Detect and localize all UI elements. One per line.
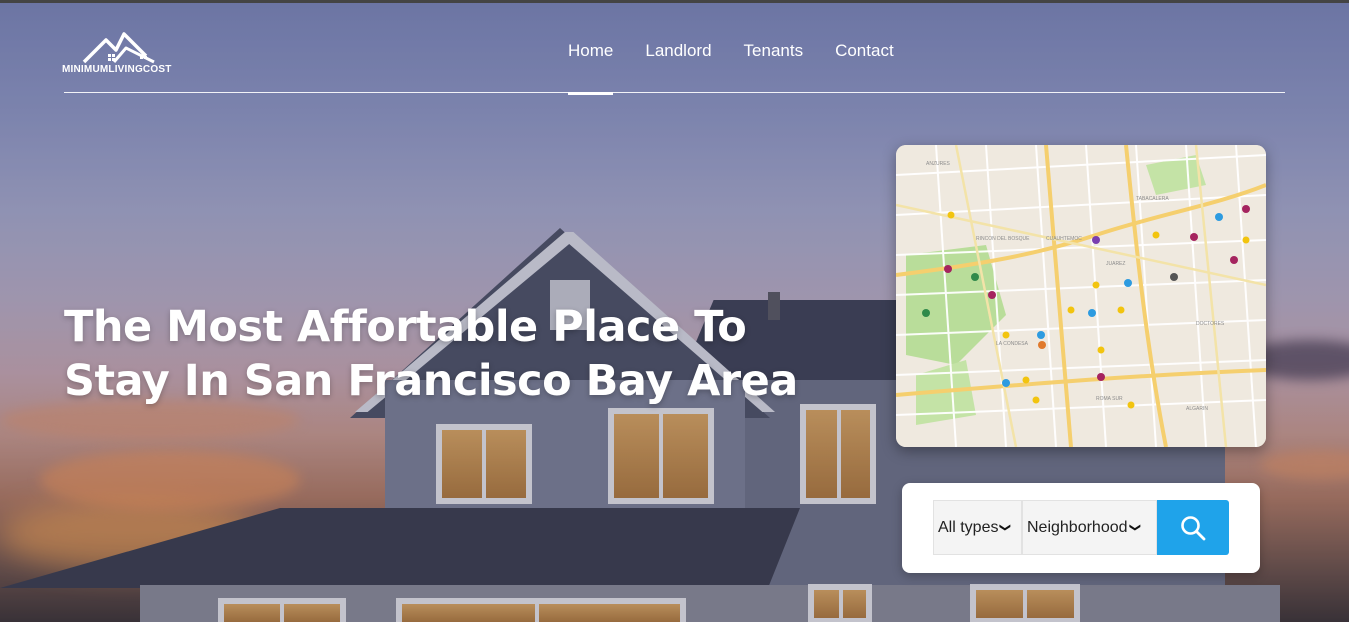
top-border — [0, 0, 1349, 3]
nav-contact[interactable]: Contact — [835, 41, 894, 93]
svg-text:TABACALERA: TABACALERA — [1136, 196, 1169, 202]
svg-text:LA CONDESA: LA CONDESA — [996, 341, 1029, 347]
hero-headline: The Most Affortable Place To Stay In San… — [64, 300, 824, 408]
hero-headline-line1: The Most Affortable Place To — [64, 302, 747, 352]
svg-text:CUAUHTEMOC: CUAUHTEMOC — [1046, 236, 1082, 242]
house-roofs-logo-icon — [82, 32, 155, 64]
search-icon — [1181, 515, 1206, 540]
svg-text:ALGARIN: ALGARIN — [1186, 406, 1208, 412]
svg-text:JUAREZ: JUAREZ — [1106, 261, 1125, 267]
property-search-panel: All types ❯ Neighborhood ❯ — [902, 483, 1260, 573]
city-map-icon: ANZURES RINCON DEL BOSQUE CUAUHTEMOC TABAC… — [896, 145, 1266, 447]
logo-text: MINIMUMLIVINGCOST — [62, 64, 172, 75]
chevron-down-icon: ❯ — [1128, 522, 1141, 533]
nav-landlord[interactable]: Landlord — [645, 41, 711, 93]
svg-text:ANZURES: ANZURES — [926, 161, 951, 167]
chevron-down-icon: ❯ — [999, 522, 1012, 533]
main-nav: Home Landlord Tenants Contact — [568, 41, 894, 95]
site-logo[interactable]: MINIMUMLIVINGCOST — [62, 30, 202, 78]
search-button[interactable] — [1157, 500, 1229, 555]
hero-headline-line2: Stay In San Francisco Bay Area — [64, 356, 798, 406]
type-select[interactable]: All types ❯ — [933, 500, 1022, 555]
nav-tenants[interactable]: Tenants — [744, 41, 804, 93]
neighborhood-select-value: Neighborhood — [1027, 518, 1128, 536]
neighborhood-select[interactable]: Neighborhood ❯ — [1022, 500, 1157, 555]
map-preview[interactable]: ANZURES RINCON DEL BOSQUE CUAUHTEMOC TABAC… — [896, 145, 1266, 447]
svg-text:ROMA SUR: ROMA SUR — [1096, 396, 1123, 402]
svg-text:DOCTORES: DOCTORES — [1196, 321, 1225, 327]
type-select-value: All types — [938, 518, 999, 536]
header-divider — [64, 92, 1285, 93]
nav-home[interactable]: Home — [568, 41, 614, 95]
svg-text:RINCON DEL BOSQUE: RINCON DEL BOSQUE — [976, 236, 1030, 242]
